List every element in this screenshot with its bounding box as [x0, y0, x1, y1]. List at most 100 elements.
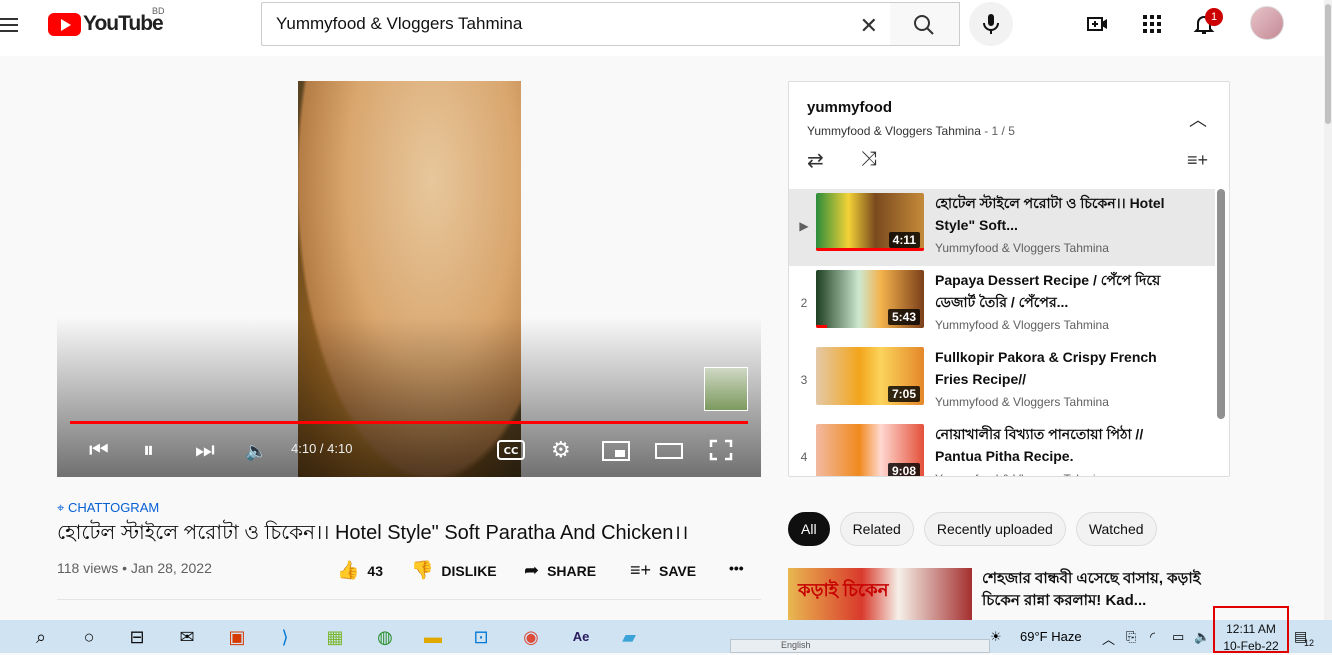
create-video-icon[interactable] — [1086, 12, 1110, 36]
filter-chips: All Related Recently uploaded Watched — [788, 512, 1167, 546]
avatar[interactable] — [1250, 6, 1284, 40]
search-taskbar-icon[interactable]: ⌕ — [28, 624, 54, 650]
playlist-item[interactable]: ▶ 4:11 হোটেল স্টাইলে পরোটা ও চিকেন।। Hotel… — [789, 189, 1215, 266]
like-button[interactable]: 👍 43 — [337, 560, 383, 581]
apps-grid-icon[interactable] — [1140, 12, 1164, 36]
filter-chip[interactable]: Recently uploaded — [923, 512, 1066, 546]
more-actions-button[interactable]: ••• — [729, 560, 744, 576]
notification-count: 12 — [1304, 638, 1315, 648]
fullscreen-icon[interactable] — [709, 439, 733, 461]
network-globe-icon[interactable]: ◍ — [372, 624, 398, 650]
recommended-thumbnail[interactable]: কড়াই চিকেন — [788, 568, 972, 620]
playlist-item-title[interactable]: হোটেল স্টাইলে পরোটা ও চিকেন।। Hotel Styl… — [935, 192, 1165, 236]
recommended-title[interactable]: শেহজার বান্ধবী এসেছে বাসায়, কড়াই চিকেন… — [982, 568, 1202, 612]
dislike-button[interactable]: 👎 DISLIKE — [411, 560, 497, 581]
playlist-item[interactable]: 3 7:05 Fullkopir Pakora & Crispy French Fr… — [789, 343, 1215, 420]
playlist-item-index: 3 — [800, 373, 808, 387]
filter-chip[interactable]: Watched — [1075, 512, 1157, 546]
playlist-item-thumbnail[interactable]: 4:11 — [816, 193, 924, 251]
dislike-label: DISLIKE — [441, 562, 497, 579]
collapse-chevron-icon[interactable]: ︿ — [1189, 106, 1207, 132]
share-arrow-icon: ➦ — [524, 560, 540, 580]
duration-badge: 5:43 — [887, 309, 920, 325]
clear-icon[interactable]: ✕ — [860, 13, 878, 39]
sandbox-icon[interactable]: ⊡ — [468, 624, 494, 650]
playlist-item-title[interactable]: Papaya Dessert Recipe / পেঁপে দিয়ে ডেজা… — [935, 269, 1165, 313]
file-explorer-icon[interactable]: ▬ — [420, 624, 446, 650]
vscode-icon[interactable]: ⟩ — [272, 624, 298, 650]
like-count: 43 — [367, 562, 383, 579]
playlist-item-channel[interactable]: Yummyfood & Vloggers Tahmina — [935, 472, 1109, 476]
voice-search-button[interactable] — [969, 2, 1013, 46]
loop-icon[interactable]: ⇄ — [807, 148, 824, 173]
battery-icon[interactable]: ▭ — [1172, 629, 1184, 645]
page-scrollbar[interactable] — [1324, 0, 1332, 620]
pause-icon[interactable]: ⏸ — [143, 437, 154, 463]
microphone-icon — [983, 14, 999, 34]
playlist-name[interactable]: yummyfood — [807, 99, 892, 116]
duration-badge: 4:11 — [888, 232, 920, 248]
volume-icon[interactable]: 🔈 — [245, 441, 267, 462]
wifi-icon[interactable]: ◜ — [1150, 629, 1155, 645]
scrollbar-thumb[interactable] — [1325, 4, 1331, 124]
windows-taskbar: ▏ ⌕ ○ ⊟ ✉ ▣ ⟩ ▦ ◍ ▬ ⊡ ◉ Ae ▰ ☀ 69°F Haze… — [0, 620, 1332, 653]
captions-icon[interactable]: CC — [497, 440, 525, 460]
end-screen-thumbnail[interactable] — [704, 367, 748, 411]
task-view-icon[interactable]: ⊟ — [124, 624, 150, 650]
playlist-item[interactable]: 4 9:08 নোয়াখালীর বিখ্যাত পানতোয়া পিঠা //… — [789, 420, 1215, 476]
save-button[interactable]: ≡+ SAVE — [630, 560, 696, 581]
chrome-icon[interactable]: ◉ — [518, 624, 544, 650]
settings-gear-icon[interactable]: ⚙ — [551, 437, 571, 463]
playlist-item-channel[interactable]: Yummyfood & Vloggers Tahmina — [935, 318, 1109, 332]
search-button[interactable] — [890, 2, 960, 46]
speaker-icon[interactable]: 🔈 — [1194, 629, 1210, 645]
notepad-icon[interactable]: ▰ — [616, 624, 642, 650]
video-title: হোটেল স্টাইলে পরোটা ও চিকেন।। Hotel Styl… — [57, 522, 689, 544]
thumbs-up-icon: 👍 — [337, 560, 360, 580]
progress-bar[interactable] — [70, 421, 748, 424]
playlist-item-thumbnail[interactable]: 9:08 — [816, 424, 924, 476]
theater-mode-icon[interactable] — [655, 443, 683, 459]
mail-icon[interactable]: ✉ — [174, 624, 200, 650]
thumbnail-text: কড়াই চিকেন — [798, 580, 889, 600]
youtube-logo[interactable]: YouTube BD — [48, 6, 165, 36]
location-text: CHATTOGRAM — [67, 500, 160, 515]
paint-icon[interactable]: ▦ — [322, 624, 348, 650]
weather-text[interactable]: 69°F Haze — [1020, 629, 1082, 644]
shuffle-icon[interactable]: ⤨ — [861, 148, 877, 171]
duration-badge: 9:08 — [887, 463, 920, 476]
start-icon[interactable]: ▏ — [0, 624, 18, 650]
search-input[interactable] — [262, 3, 842, 45]
playlist-item-channel[interactable]: Yummyfood & Vloggers Tahmina — [935, 395, 1109, 409]
playlist-item[interactable]: 2 5:43 Papaya Dessert Recipe / পেঁপে দিয়ে… — [789, 266, 1215, 343]
playlist-channel[interactable]: Yummyfood & Vloggers Tahmina — [807, 124, 981, 138]
country-code: BD — [152, 6, 165, 16]
filter-chip[interactable]: All — [788, 512, 830, 546]
filter-chip[interactable]: Related — [839, 512, 914, 546]
playlist-item-thumbnail[interactable]: 7:05 — [816, 347, 924, 405]
miniplayer-icon[interactable] — [602, 441, 630, 461]
cortana-icon[interactable]: ○ — [76, 624, 102, 650]
location-tag[interactable]: ⌖ CHATTOGRAM — [57, 500, 159, 516]
playlist-save-icon[interactable]: ≡+ — [1187, 150, 1208, 171]
playlist-scrollbar[interactable] — [1217, 189, 1225, 419]
next-icon[interactable]: ⏭ — [195, 437, 215, 463]
search-box[interactable]: ✕ — [261, 2, 891, 46]
share-button[interactable]: ➦ SHARE — [524, 560, 596, 581]
playlist-item-index: 4 — [800, 450, 808, 464]
previous-icon[interactable]: ⏮ — [89, 437, 109, 463]
playlist-item-title[interactable]: Fullkopir Pakora & Crispy French Fries R… — [935, 346, 1165, 390]
weather-icon[interactable]: ☀ — [990, 629, 1002, 645]
playlist-item-channel[interactable]: Yummyfood & Vloggers Tahmina — [935, 241, 1109, 255]
divider — [57, 599, 761, 600]
office-icon[interactable]: ▣ — [224, 624, 250, 650]
menu-icon[interactable] — [0, 14, 20, 34]
usb-icon[interactable]: ⎘ — [1126, 629, 1136, 645]
playlist-item-title[interactable]: নোয়াখালীর বিখ্যাত পানতোয়া পিঠা // Pant… — [935, 423, 1165, 467]
playlist-item-thumbnail[interactable]: 5:43 — [816, 270, 924, 328]
tray-chevron-icon[interactable]: ︿ — [1102, 629, 1115, 648]
notification-badge: 1 — [1205, 8, 1223, 26]
language-popup: English — [730, 639, 990, 653]
video-player[interactable]: ⏮ ⏸ ⏭ 🔈 4:10 / 4:10 CC ⚙ — [57, 81, 761, 477]
after-effects-icon[interactable]: Ae — [568, 624, 594, 650]
